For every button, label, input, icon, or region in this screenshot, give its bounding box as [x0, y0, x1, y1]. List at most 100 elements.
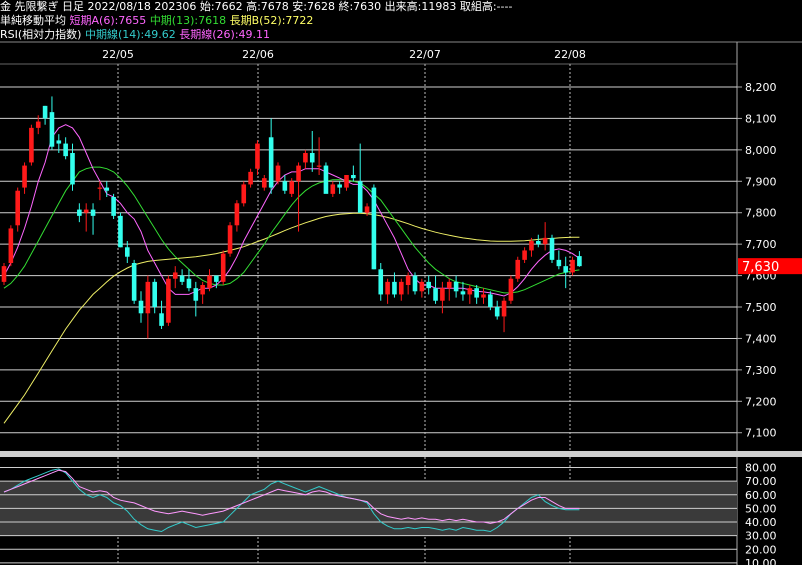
date-tick-label: 22/07	[409, 48, 441, 61]
candle-body	[29, 127, 34, 163]
price-tick-label: 7,300	[745, 364, 777, 377]
candle-body	[214, 275, 219, 282]
candle-body	[446, 281, 452, 289]
candle-body	[440, 288, 445, 301]
candle-body	[234, 203, 240, 226]
candle-body	[467, 288, 473, 295]
rsi-tick-label: 50.00	[745, 502, 777, 515]
price-tick-label: 7,200	[745, 395, 777, 408]
candle-body	[172, 272, 178, 279]
candle-body	[227, 225, 233, 254]
candle-body	[303, 153, 308, 163]
candle-body	[426, 281, 431, 289]
candle-body	[309, 153, 315, 163]
candle-body	[83, 209, 89, 213]
candle-body	[494, 307, 500, 317]
rsi-tick-label: 10.00	[745, 557, 777, 565]
ma-label: 単純移動平均	[0, 14, 66, 27]
candle-body	[90, 209, 96, 216]
price-tick-label: 7,400	[745, 332, 777, 345]
candle-body	[145, 281, 151, 314]
candle-body	[289, 181, 294, 194]
rsi-tick-label: 40.00	[745, 516, 777, 529]
rsi-chart-grid	[0, 457, 737, 565]
candle-body	[166, 278, 171, 323]
candle-body	[152, 281, 157, 308]
candle-body	[337, 184, 342, 188]
candle-body	[200, 285, 205, 295]
candle-body	[542, 237, 548, 245]
candle-body	[241, 184, 247, 204]
ma-long-line	[3, 212, 580, 424]
candle-body	[351, 175, 356, 179]
candle-body	[268, 137, 274, 188]
candle-body	[63, 143, 68, 157]
candle-body	[508, 278, 514, 301]
candle-body	[42, 105, 48, 119]
price-tick-label: 7,700	[745, 238, 777, 251]
candle-body	[460, 291, 466, 295]
candle-body	[515, 259, 521, 279]
candle-body	[22, 165, 27, 188]
candle-body	[405, 275, 411, 286]
candle-body	[419, 281, 425, 292]
candle-body	[179, 275, 185, 282]
candle-body	[118, 215, 123, 248]
candle-body	[522, 250, 527, 260]
date-tick-label: 22/06	[242, 48, 274, 61]
price-summary-line: 金 先限繋ぎ 日足 2022/08/18 202306 始:7662 高:767…	[0, 0, 513, 13]
candle-body	[556, 259, 562, 267]
candle-body	[481, 294, 486, 298]
candle-body	[207, 275, 212, 289]
candle-body	[371, 187, 377, 270]
price-tick-label: 7,800	[745, 207, 777, 220]
candle-body	[330, 184, 336, 194]
rsi-legend: RSI(相対力指数) 中期線(14):49.62 長期線(26):49.11	[0, 28, 270, 42]
candle-body	[364, 206, 370, 213]
candle-body	[125, 247, 130, 257]
candle-body	[186, 278, 192, 289]
candle-body	[248, 171, 253, 185]
candle-body	[577, 256, 582, 267]
rsi-tick-label: 20.00	[745, 543, 777, 556]
ma-short-line	[3, 124, 580, 297]
ma-long-legend: 長期B(52):7722	[229, 14, 314, 27]
candlestick-plot	[1, 96, 582, 424]
candle-body	[529, 241, 534, 251]
ma-short-legend: 短期A(6):7655	[69, 14, 147, 27]
candle-body	[131, 263, 137, 301]
candle-body	[296, 165, 301, 182]
rsi-mid-legend: 中期線(14):49.62	[84, 28, 176, 41]
candle-body	[97, 187, 103, 189]
last-price-label: 7,630	[742, 260, 779, 275]
candle-body	[104, 187, 110, 191]
price-tick-label: 7,500	[745, 301, 777, 314]
moving-average-legend: 単純移動平均 短期A(6):7655 中期(13):7618 長期B(52):7…	[0, 14, 313, 28]
candle-body	[323, 165, 329, 194]
date-tick-label: 22/08	[554, 48, 586, 61]
candle-body	[262, 178, 267, 188]
candle-body	[220, 253, 226, 282]
candle-body	[433, 288, 438, 301]
rsi-tick-label: 30.00	[745, 530, 777, 543]
candle-body	[275, 165, 281, 182]
candle-body	[563, 266, 568, 273]
candle-body	[474, 288, 479, 298]
candle-body	[357, 181, 363, 213]
rsi-tick-label: 60.00	[745, 489, 777, 502]
candle-body	[159, 313, 164, 326]
candle-body	[111, 197, 116, 216]
price-tick-label: 8,200	[745, 81, 777, 94]
candle-body	[549, 237, 555, 260]
candle-body	[570, 259, 575, 273]
rsi-tick-label: 70.00	[745, 475, 777, 488]
candle-body	[35, 121, 41, 128]
price-tick-label: 7,100	[745, 427, 777, 440]
ma-mid-legend: 中期(13):7618	[149, 14, 227, 27]
candle-body	[344, 175, 349, 188]
rsi-tick-label: 80.00	[745, 462, 777, 475]
candle-body	[193, 288, 199, 301]
price-tick-label: 8,000	[745, 144, 777, 157]
candle-body	[255, 143, 260, 169]
candle-body	[488, 294, 493, 308]
